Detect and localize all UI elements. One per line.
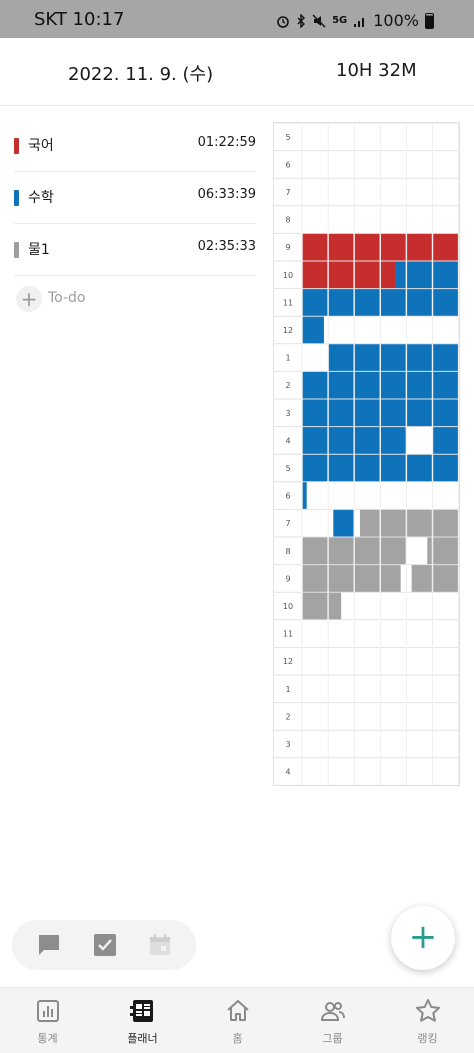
study-block-phys	[359, 509, 459, 537]
home-icon	[227, 1000, 249, 1021]
study-block-math	[302, 481, 307, 510]
network-type: 5G	[332, 15, 348, 26]
hour-label: 8	[285, 216, 290, 225]
nav-label: 홈	[232, 1032, 243, 1045]
hour-label: 1	[285, 685, 290, 694]
bottom-nav: 통계 플래너 홈 그룹 랭킹	[0, 987, 474, 1053]
add-record-button[interactable]: +	[391, 906, 455, 970]
nav-label: 플래너	[127, 1032, 158, 1045]
study-block-phys	[302, 564, 401, 593]
timeline-grid[interactable]: 5 6 7 8 9 10 11 12 1 2 3 4 5 6 7 8 9 10 11 12 1 2 3 4	[273, 122, 460, 786]
ranking-icon	[416, 999, 440, 1022]
study-block-math	[431, 426, 459, 455]
study-block-math	[328, 343, 459, 372]
bluetooth-icon	[297, 13, 306, 28]
hour-label: 3	[285, 740, 290, 749]
nav-label: 그룹	[322, 1032, 343, 1045]
calendar-icon[interactable]	[147, 932, 173, 958]
planner-date[interactable]: 2022. 11. 9. (수)	[68, 60, 213, 86]
hour-label: 4	[285, 436, 290, 445]
hour-label: 9	[285, 574, 290, 583]
subject-color-marker	[14, 138, 19, 154]
status-icons: 5G 100%	[276, 11, 434, 30]
subject-time: 02:35:33	[197, 239, 256, 254]
battery-percent: 100%	[373, 11, 419, 30]
hour-label: 1	[285, 354, 290, 363]
hour-label: 5	[285, 464, 290, 473]
study-block-phys	[302, 592, 342, 620]
hour-label: 12	[283, 326, 293, 335]
mute-icon	[312, 14, 326, 27]
subject-color-marker	[14, 242, 19, 258]
hour-label: 3	[285, 409, 290, 418]
subject-item-korean[interactable]: 국어 01:22:59	[14, 120, 256, 172]
study-block-phys	[411, 564, 459, 593]
study-block-math	[333, 509, 354, 537]
hour-label: 2	[285, 381, 290, 390]
study-block-kor	[302, 261, 396, 289]
nav-planner[interactable]: 플래너	[95, 988, 190, 1053]
status-bar: SKT 10:17 5G 100%	[0, 0, 474, 38]
study-block-math	[302, 316, 324, 344]
nav-home[interactable]: 홈	[190, 988, 285, 1053]
nav-stats[interactable]: 통계	[0, 988, 95, 1053]
nav-label: 통계	[37, 1032, 58, 1045]
hour-label: 11	[283, 298, 293, 307]
hour-label: 2	[285, 712, 290, 721]
add-todo-button[interactable]: + To-do	[14, 276, 256, 324]
hour-label: 11	[283, 630, 293, 639]
nav-ranking[interactable]: 랭킹	[380, 988, 474, 1053]
subject-time: 06:33:39	[197, 187, 256, 202]
check-icon[interactable]	[92, 932, 118, 958]
subject-item-physics[interactable]: 물1 02:35:33	[14, 224, 256, 276]
subject-name: 수학	[28, 190, 54, 206]
study-block-math	[395, 261, 459, 289]
subject-item-math[interactable]: 수학 06:33:39	[14, 172, 256, 224]
group-icon	[320, 1002, 345, 1021]
hour-label: 6	[285, 492, 290, 501]
hour-label: 8	[285, 547, 290, 556]
status-time: SKT 10:17	[34, 9, 125, 30]
hour-label: 7	[285, 519, 290, 528]
hour-label: 5	[285, 133, 290, 142]
planner-header: 2022. 11. 9. (수) 10H 32M	[0, 38, 474, 106]
stats-icon	[37, 1000, 59, 1022]
nav-label: 랭킹	[417, 1032, 438, 1045]
todo-label: To-do	[48, 290, 86, 306]
hour-label: 6	[285, 160, 290, 169]
tool-bar	[12, 920, 196, 970]
subject-list: 국어 01:22:59 수학 06:33:39 물1 02:35:33 + To…	[14, 120, 256, 324]
chat-icon[interactable]	[36, 932, 62, 958]
plus-icon: +	[16, 286, 42, 312]
total-study-time: 10H 32M	[336, 60, 417, 81]
hour-label: 4	[285, 768, 290, 777]
battery-icon	[425, 12, 434, 29]
subject-name: 물1	[28, 242, 50, 258]
subject-name: 국어	[28, 138, 54, 154]
hour-label: 9	[285, 243, 290, 252]
hour-label: 10	[283, 602, 293, 611]
hour-label: 10	[283, 271, 293, 280]
subject-time: 01:22:59	[197, 135, 256, 150]
timeline-canvas: 567891011121234567891011121234	[274, 123, 459, 785]
hour-label: 7	[285, 188, 290, 197]
signal-icon	[354, 17, 365, 27]
hour-label: 12	[283, 657, 293, 666]
nav-group[interactable]: 그룹	[285, 988, 380, 1053]
subject-color-marker	[14, 190, 19, 206]
alarm-icon	[277, 15, 289, 28]
planner-icon	[130, 1000, 153, 1022]
